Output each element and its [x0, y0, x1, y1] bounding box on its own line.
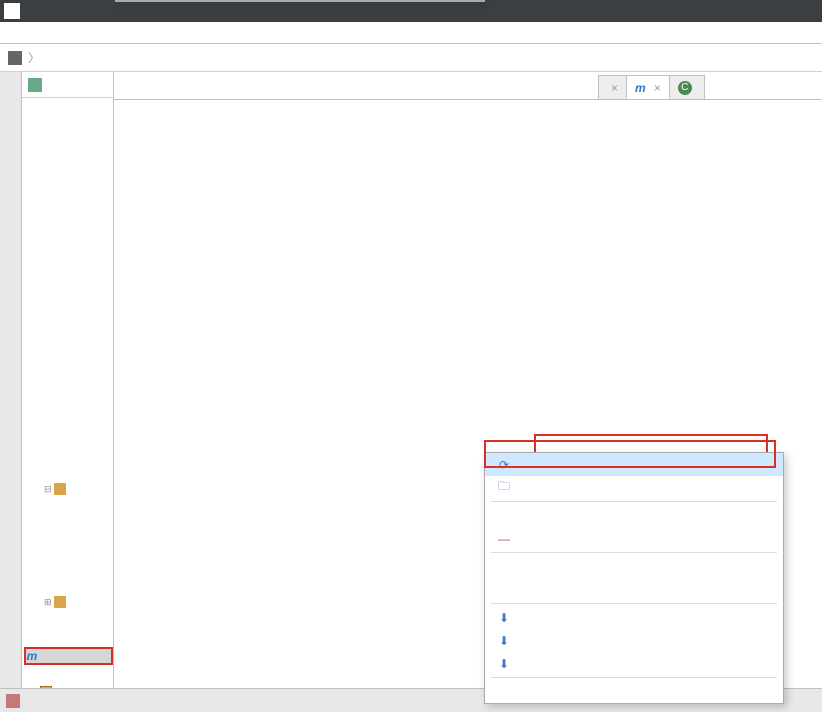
project-icon — [8, 51, 22, 65]
project-panel-header[interactable] — [22, 72, 113, 98]
close-icon[interactable]: × — [654, 81, 661, 95]
submenu-download-doc[interactable]: ⬇ — [485, 629, 783, 652]
minus-icon: — — [495, 532, 513, 546]
maven-submenu: ⟳ 🗀 — ⬇ ⬇ ⬇ — [484, 452, 784, 704]
download-icon: ⬇ — [495, 634, 513, 648]
context-menu — [115, 0, 485, 2]
editor-tab-java[interactable]: × — [598, 75, 627, 99]
app-icon — [4, 3, 20, 19]
refresh-icon: ⟳ — [495, 458, 513, 472]
download-icon: ⬇ — [495, 611, 513, 625]
submenu-remove-projects[interactable]: — — [485, 527, 783, 550]
project-panel-icon — [28, 78, 42, 92]
tree-target-folder[interactable]: ⊞ — [24, 593, 113, 611]
submenu-show-pom[interactable] — [485, 680, 783, 703]
submenu-open-settings[interactable] — [485, 555, 783, 578]
tree-pom-xml[interactable]: m — [24, 647, 113, 665]
tree-gitignore[interactable] — [24, 611, 113, 629]
breadcrumb: 〉 — [0, 44, 822, 72]
submenu-download-sources[interactable]: ⬇ — [485, 606, 783, 629]
submenu-reimport[interactable]: ⟳ — [485, 453, 783, 476]
menu-edit[interactable] — [16, 31, 28, 35]
tree-test-folder[interactable]: ⊟ — [24, 480, 113, 498]
chevron-right-icon: 〉 — [25, 49, 43, 66]
download-icon: ⬇ — [495, 657, 513, 671]
menu-file[interactable] — [4, 31, 16, 35]
tree-rules[interactable] — [24, 665, 113, 683]
folder-icon: 🗀 — [495, 477, 513, 498]
submenu-create-profiles[interactable] — [485, 578, 783, 601]
editor-tab-controller[interactable]: C — [669, 75, 705, 99]
submenu-download-both[interactable]: ⬇ — [485, 652, 783, 675]
menu-view[interactable] — [28, 31, 40, 35]
tree-jwxt-iml[interactable] — [24, 629, 113, 647]
tool-window-bar[interactable] — [0, 72, 22, 688]
menu-help[interactable] — [432, 31, 444, 35]
editor-tabs: × m× C — [114, 72, 822, 100]
menu-navigate[interactable] — [40, 31, 52, 35]
submenu-generate-sources[interactable]: 🗀 — [485, 476, 783, 499]
submenu-ignore-projects[interactable] — [485, 504, 783, 527]
project-panel: ⊟ ⊞ m ⊞ — [22, 72, 114, 688]
java-ee-icon — [6, 694, 20, 708]
menu-bar — [0, 22, 822, 44]
editor-tab-jwxt[interactable]: m× — [626, 75, 670, 99]
close-icon[interactable]: × — [611, 81, 618, 95]
